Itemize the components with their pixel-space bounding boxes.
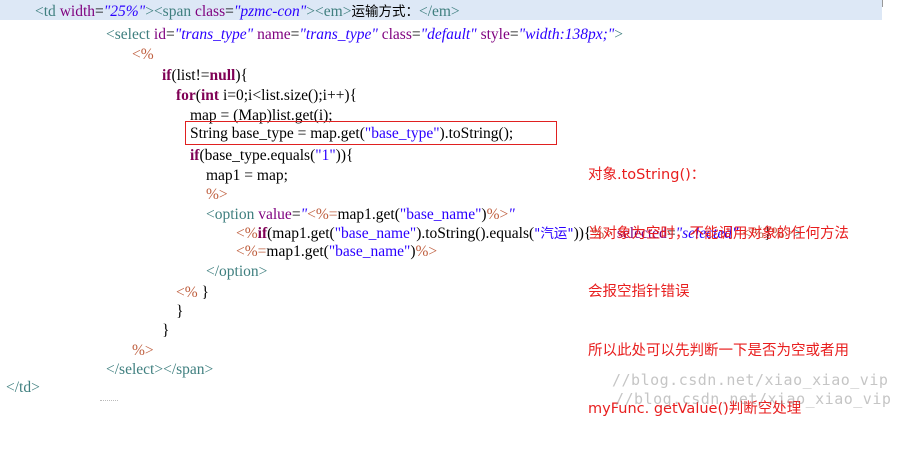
code-text: )){: [335, 147, 354, 164]
attr-value: "trans_type": [299, 26, 378, 43]
span-open-tag: <span: [153, 3, 195, 20]
code-text: i=0;i<list.size();i++){: [219, 87, 358, 104]
string-literal: "base_name": [328, 243, 411, 260]
equals: =: [291, 206, 301, 223]
equals: =: [225, 3, 234, 20]
code-line-19[interactable]: </select></span>: [106, 360, 213, 380]
jsp-open: <%=: [236, 243, 267, 260]
code-line-10[interactable]: %>: [206, 185, 228, 205]
string-literal: "汽运": [534, 226, 574, 242]
td-open-tag: <td: [35, 3, 60, 20]
tag-close: >: [145, 3, 154, 20]
code-text: ){: [235, 67, 248, 84]
annotation-line-4: 所以此处可以先判断一下是否为空或者用: [588, 342, 849, 359]
equals: =: [95, 3, 104, 20]
keyword-null: null: [209, 67, 236, 84]
right-edge-mark: [876, 0, 883, 7]
attr-value: "trans_type": [174, 26, 254, 43]
code-line-1[interactable]: <td width="25%"><span class="pzmc-con"><…: [35, 2, 460, 22]
code-line-11[interactable]: <option value="<%=map1.get("base_name")%…: [206, 205, 515, 225]
label-text: 运输方式：: [351, 4, 419, 20]
code-text: (base_type.equals(: [199, 147, 316, 164]
code-line-2[interactable]: <select id="trans_type" name="trans_type…: [106, 25, 623, 45]
option-open-tag: <option: [206, 206, 259, 223]
code-line-20[interactable]: </td>: [6, 378, 40, 398]
code-line-15[interactable]: <% }: [176, 283, 209, 303]
code-text: (map1.get(: [267, 225, 335, 242]
jsp-close: %>: [486, 206, 509, 223]
attr-value: "width:138px;": [518, 26, 615, 43]
code-line-14[interactable]: </option>: [206, 262, 267, 282]
em-close-tag: </em>: [418, 3, 460, 20]
code-line-13[interactable]: <%=map1.get("base_name")%>: [236, 242, 437, 262]
code-line-17[interactable]: }: [162, 321, 169, 341]
attr-name: value: [258, 206, 292, 223]
quote: ": [508, 206, 515, 223]
attr-value: "default": [420, 26, 477, 43]
annotation-line-2: 当对象为空时，不能调用对象的任何方法: [588, 225, 849, 242]
annotation-note: 对象.toString()： 当对象为空时，不能调用对象的任何方法 会报空指针错…: [588, 127, 849, 459]
attr-name: class: [381, 26, 412, 43]
code-text: map1.get(: [337, 206, 400, 223]
select-open-tag: <select: [106, 26, 154, 43]
code-text: }: [197, 284, 209, 301]
tag-close: >: [306, 3, 316, 20]
attr-name: width: [59, 3, 95, 20]
equals: =: [411, 26, 421, 43]
attr-value: "25%": [103, 3, 146, 20]
string-literal: "base_name": [334, 225, 417, 242]
code-text: ).toString().equals(: [416, 225, 535, 242]
annotation-line-3: 会报空指针错误: [588, 284, 690, 300]
bottom-mark: [100, 400, 118, 403]
equals: =: [165, 26, 175, 43]
attr-name: class: [194, 3, 226, 20]
code-editor[interactable]: <td width="25%"><span class="pzmc-con"><…: [0, 0, 919, 417]
code-line-3[interactable]: <%: [132, 45, 154, 65]
keyword-for: for: [176, 87, 196, 104]
jsp-close: %>: [415, 243, 438, 260]
jsp-open: <%=: [307, 206, 338, 223]
equals: =: [509, 26, 519, 43]
code-text: (list!=: [171, 67, 210, 84]
attr-name: id: [153, 26, 166, 43]
tag-close: >: [614, 26, 624, 43]
code-line-8[interactable]: if(base_type.equals("1")){: [190, 146, 353, 166]
watermark: //blog.csdn.net/xiao_xiao_vip: [612, 371, 889, 389]
code-line-4[interactable]: if(list!=null){: [162, 66, 248, 86]
code-line-16[interactable]: }: [176, 302, 183, 322]
code-line-9[interactable]: map1 = map;: [206, 166, 288, 186]
code-line-18[interactable]: %>: [132, 341, 154, 361]
code-line-5[interactable]: for(int i=0;i<list.size();i++){: [176, 86, 357, 106]
watermark-shadow: //blog.csdn.net/xiao_xiao_vip: [615, 390, 892, 408]
attr-value: "pzmc-con": [233, 3, 307, 20]
attr-name: name: [257, 26, 291, 43]
em-open-tag: <em>: [315, 3, 352, 20]
attr-name: style: [480, 26, 510, 43]
code-text: map1.get(: [266, 243, 329, 260]
string-literal: "base_name": [399, 206, 482, 223]
highlight-box: [185, 121, 557, 145]
keyword-if: if: [257, 225, 268, 242]
string-literal: "1": [315, 147, 336, 164]
annotation-line-1: 对象.toString()：: [588, 167, 706, 183]
keyword-int: int: [200, 87, 220, 104]
jsp-open: <%: [176, 284, 198, 301]
jsp-open: <%: [236, 225, 258, 242]
